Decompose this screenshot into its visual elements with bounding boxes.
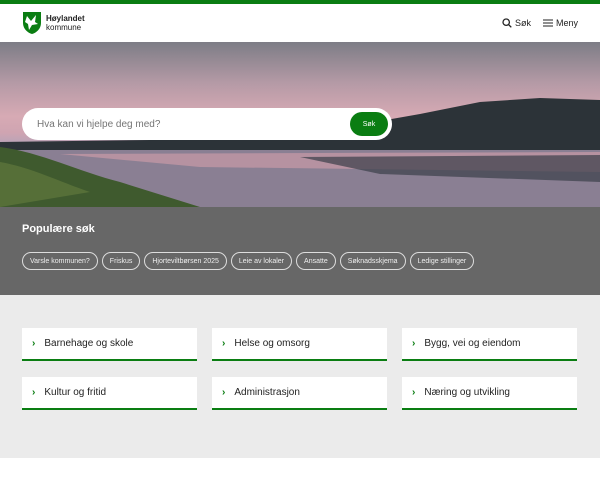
search-icon xyxy=(502,18,512,28)
chevron-right-icon: › xyxy=(222,387,226,398)
category-link[interactable]: › Næring og utvikling xyxy=(402,377,577,410)
search-label: Søk xyxy=(514,18,531,28)
search-submit-button[interactable]: Søk xyxy=(350,112,388,136)
site-search: Søk xyxy=(22,108,392,140)
popular-chip[interactable]: Friskus xyxy=(101,252,141,270)
popular-chip[interactable]: Hjorteviltbørsen 2025 xyxy=(144,252,227,270)
search-input[interactable] xyxy=(37,118,317,130)
logo-link[interactable]: Høylandet kommune xyxy=(22,11,85,35)
category-label: Kultur og fritid xyxy=(44,387,107,398)
category-grid: › Barnehage og skole › Helse og omsorg › By… xyxy=(0,295,600,458)
category-link[interactable]: › Kultur og fritid xyxy=(22,377,197,410)
category-label: Bygg, vei og eiendom xyxy=(424,338,521,349)
category-label: Barnehage og skole xyxy=(44,338,134,349)
popular-chip[interactable]: Varsle kommunen? xyxy=(22,252,98,270)
search-button[interactable]: Søk xyxy=(502,18,531,28)
hamburger-icon xyxy=(542,19,553,27)
site-header: Høylandet kommune Søk Meny xyxy=(0,4,600,42)
category-link[interactable]: › Barnehage og skole xyxy=(22,328,197,361)
coat-of-arms-icon xyxy=(23,12,41,34)
menu-button[interactable]: Meny xyxy=(542,18,578,28)
chevron-right-icon: › xyxy=(32,387,36,398)
brand-sub: kommune xyxy=(46,23,82,32)
category-link[interactable]: › Bygg, vei og eiendom xyxy=(402,328,577,361)
brand-name: Høylandet xyxy=(46,14,85,23)
chevron-right-icon: › xyxy=(222,338,226,349)
category-label: Næring og utvikling xyxy=(424,387,510,398)
popular-chip[interactable]: Ansatte xyxy=(296,252,336,270)
menu-label: Meny xyxy=(555,18,578,28)
category-link[interactable]: › Helse og omsorg xyxy=(212,328,387,361)
popular-chip[interactable]: Ledige stillinger xyxy=(409,252,475,270)
chevron-right-icon: › xyxy=(32,338,36,349)
popular-title: Populære søk xyxy=(22,223,95,235)
popular-chip[interactable]: Søknadsskjema xyxy=(339,252,406,270)
chevron-right-icon: › xyxy=(412,387,416,398)
chevron-right-icon: › xyxy=(412,338,416,349)
popular-searches: Populære søk Varsle kommunen? Friskus Hj… xyxy=(0,207,600,295)
category-link[interactable]: › Administrasjon xyxy=(212,377,387,410)
popular-chip[interactable]: Leie av lokaler xyxy=(230,252,293,270)
category-label: Helse og omsorg xyxy=(234,338,310,349)
category-label: Administrasjon xyxy=(234,387,300,398)
hero-banner: Søk xyxy=(0,42,600,207)
